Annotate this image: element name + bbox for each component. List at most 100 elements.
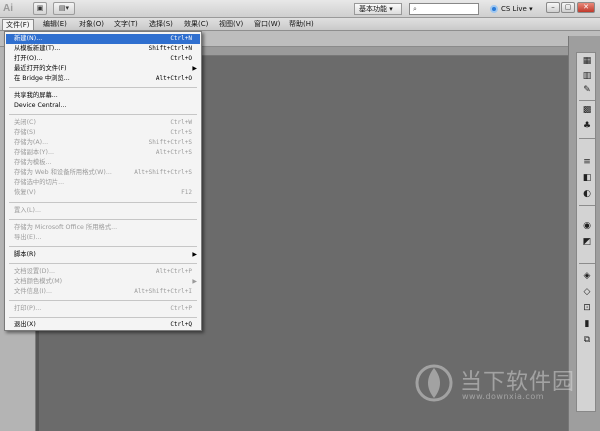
file-menu-save: 存储(S) Ctrl+S — [6, 128, 200, 138]
file-menu-browse-in-bridge[interactable]: 在 Bridge 中浏览... Alt+Ctrl+O — [6, 74, 200, 84]
menu-item-label: 打开(O)... — [14, 55, 43, 62]
menu-item-label: 退出(X) — [14, 321, 36, 328]
align-icon[interactable]: ▮ — [581, 319, 593, 330]
menu-separator — [9, 87, 197, 88]
menu-object[interactable]: 对象(O) — [76, 19, 107, 30]
artboards-icon[interactable]: ◇ — [581, 287, 593, 298]
menu-item-label: 文档颜色模式(M) — [14, 278, 63, 285]
file-menu-new-from-template[interactable]: 从模板新建(T)... Shift+Ctrl+N — [6, 44, 200, 54]
watermark-url: www.downxia.com — [462, 392, 545, 401]
app-logo: Ai — [3, 3, 13, 14]
menu-item-label: 存储为模板... — [14, 159, 52, 166]
maximize-button[interactable]: ▢ — [561, 2, 575, 13]
transparency-icon[interactable]: ◐ — [581, 189, 593, 200]
menu-type[interactable]: 文字(T) — [111, 19, 141, 30]
menu-item-label: 最近打开的文件(F) — [14, 65, 67, 72]
file-menu-file-info: 文件信息(I)... Alt+Shift+Ctrl+I — [6, 287, 200, 297]
menu-separator — [9, 263, 197, 264]
menu-item-shortcut: Ctrl+S — [170, 129, 192, 136]
file-menu-print: 打印(P)... Ctrl+P — [6, 304, 200, 314]
watermark-logo-icon — [415, 364, 453, 402]
file-menu-document-color-mode: 文档颜色模式(M) ▶ — [6, 277, 200, 287]
dock-divider — [579, 263, 595, 264]
graphic-styles-icon[interactable]: ◩ — [581, 237, 593, 248]
bridge-icon: ▣ — [36, 4, 44, 12]
search-input[interactable]: ⌕ — [409, 3, 479, 15]
appearance-icon[interactable]: ◉ — [581, 221, 593, 232]
symbols-icon[interactable]: ♣ — [581, 121, 593, 132]
color-guide-icon[interactable]: ▦ — [581, 56, 593, 67]
workspace-switcher[interactable]: 基本功能 ▾ — [354, 3, 402, 15]
menu-item-shortcut: Ctrl+P — [170, 305, 192, 312]
menu-item-shortcut: Ctrl+W — [170, 119, 192, 126]
menu-item-shortcut: Ctrl+N — [170, 35, 192, 42]
menu-item-label: 存储为 Microsoft Office 所用格式... — [14, 224, 118, 231]
close-window-button[interactable]: ✕ — [577, 2, 595, 13]
menu-item-shortcut: Ctrl+O — [170, 55, 192, 62]
menu-separator — [9, 317, 197, 318]
menu-select[interactable]: 选择(S) — [146, 19, 176, 30]
file-menu-save-as-template: 存储为模板... — [6, 158, 200, 168]
cs-live-button[interactable]: CS Live ▾ — [490, 3, 533, 15]
dock-divider — [579, 100, 595, 101]
dock-divider — [579, 138, 595, 139]
file-menu-save-for-office: 存储为 Microsoft Office 所用格式... — [6, 223, 200, 233]
file-menu-open-recent[interactable]: 最近打开的文件(F) ▶ — [6, 64, 200, 74]
stroke-icon[interactable]: ≡ — [581, 157, 593, 168]
file-menu-close: 关闭(C) Ctrl+W — [6, 118, 200, 128]
menu-item-label: 恢复(V) — [14, 189, 36, 196]
file-menu-place: 置入(L)... — [6, 206, 200, 216]
menu-item-label: 新建(N)... — [14, 35, 43, 42]
menu-item-shortcut: Alt+Ctrl+P — [155, 268, 192, 275]
menu-item-label: 存储为 Web 和设备所用格式(W)... — [14, 169, 112, 176]
gradient-icon[interactable]: ◧ — [581, 173, 593, 184]
file-menu-exit[interactable]: 退出(X) Ctrl+Q — [6, 320, 200, 330]
minimize-button[interactable]: – — [546, 2, 560, 13]
bridge-button[interactable]: ▣ — [33, 2, 47, 15]
file-menu-share-my-screen[interactable]: 共享我的屏幕... — [6, 91, 200, 101]
file-menu-save-selected-slices: 存储选中的切片... — [6, 178, 200, 188]
menu-window[interactable]: 窗口(W) — [251, 19, 283, 30]
pathfinder-icon[interactable]: ⧉ — [581, 335, 593, 346]
menu-file[interactable]: 文件(F) — [2, 19, 34, 30]
file-menu-dropdown: 新建(N)... Ctrl+N 从模板新建(T)... Shift+Ctrl+N… — [4, 31, 202, 331]
menu-item-label: 存储(S) — [14, 129, 36, 136]
menu-item-label: 打印(P)... — [14, 305, 42, 312]
menu-item-label: 置入(L)... — [14, 207, 42, 214]
menu-item-label: 存储选中的切片... — [14, 179, 65, 186]
arrange-documents-button[interactable]: ▤▾ — [53, 2, 75, 15]
menu-item-shortcut: Shift+Ctrl+N — [148, 45, 192, 52]
menu-help[interactable]: 帮助(H) — [286, 19, 317, 30]
menu-separator — [9, 219, 197, 220]
menu-item-label: 存储副本(Y)... — [14, 149, 54, 156]
file-menu-new[interactable]: 新建(N)... Ctrl+N — [6, 34, 200, 44]
dock-divider — [579, 205, 595, 206]
menu-item-shortcut: Alt+Shift+Ctrl+S — [134, 169, 192, 176]
swatches-icon[interactable]: ▩ — [581, 105, 593, 116]
menu-item-label: 文件信息(I)... — [14, 288, 52, 295]
file-menu-save-for-web: 存储为 Web 和设备所用格式(W)... Alt+Shift+Ctrl+S — [6, 168, 200, 178]
menu-separator — [9, 300, 197, 301]
transform-icon[interactable]: ⊡ — [581, 303, 593, 314]
file-menu-open[interactable]: 打开(O)... Ctrl+O — [6, 54, 200, 64]
file-menu-scripts[interactable]: 脚本(R) ▶ — [6, 250, 200, 260]
menu-item-shortcut: Alt+Ctrl+O — [155, 75, 192, 82]
menu-item-label: 共享我的屏幕... — [14, 92, 58, 99]
menu-separator — [9, 114, 197, 115]
menu-item-label: 文档设置(D)... — [14, 268, 55, 275]
menu-effect[interactable]: 效果(C) — [181, 19, 211, 30]
menu-item-shortcut: Alt+Ctrl+S — [155, 149, 192, 156]
brushes-icon[interactable]: ✎ — [581, 85, 593, 96]
menu-item-label: 从模板新建(T)... — [14, 45, 61, 52]
file-menu-device-central[interactable]: Device Central... — [6, 101, 200, 111]
menu-item-shortcut: F12 — [181, 189, 192, 196]
kuler-icon[interactable]: ▥ — [581, 71, 593, 82]
menu-edit[interactable]: 编辑(E) — [40, 19, 70, 30]
menu-item-label: 脚本(R) — [14, 251, 36, 258]
layers-icon[interactable]: ◈ — [581, 271, 593, 282]
menu-view[interactable]: 视图(V) — [216, 19, 246, 30]
application-bar: Ai ▣ ▤▾ 基本功能 ▾ ⌕ CS Live ▾ – ▢ ✕ — [0, 0, 600, 18]
menu-bar: 文件(F) 编辑(E) 对象(O) 文字(T) 选择(S) 效果(C) 视图(V… — [0, 18, 600, 31]
menu-item-shortcut: Alt+Shift+Ctrl+I — [134, 288, 192, 295]
menu-item-label: 导出(E)... — [14, 234, 42, 241]
